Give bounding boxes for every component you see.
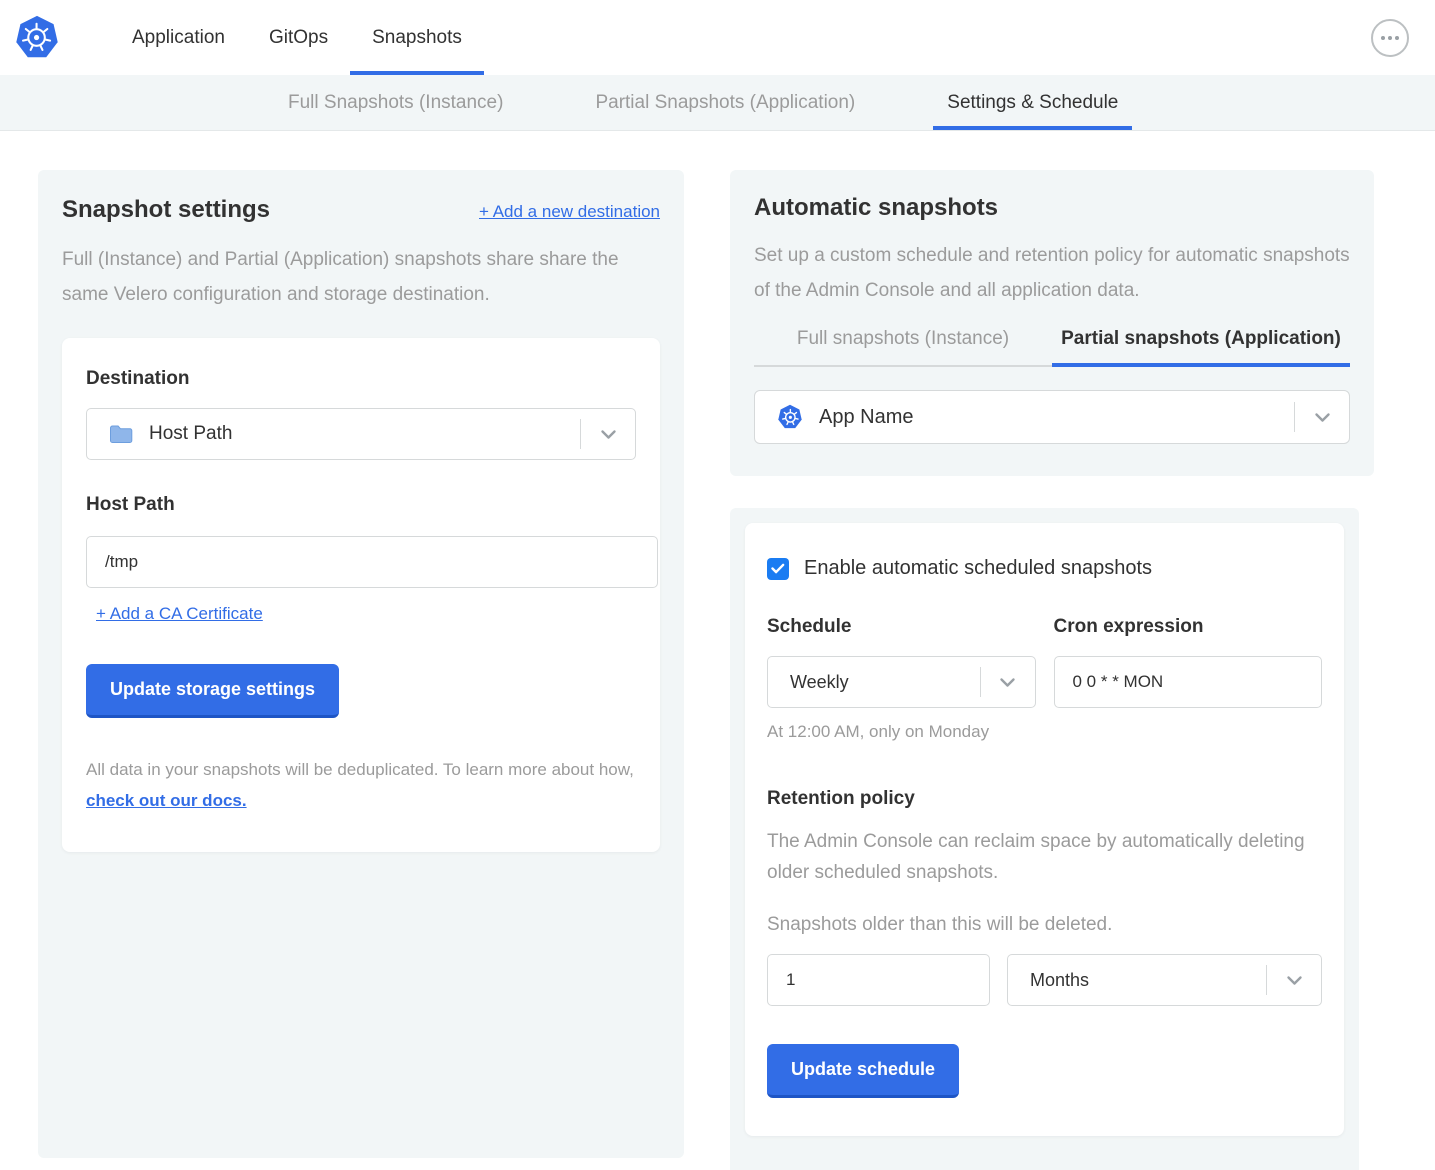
retention-row: Months — [767, 954, 1322, 1006]
update-storage-settings-button[interactable]: Update storage settings — [86, 664, 339, 718]
automatic-snapshots-tabs: Full snapshots (Instance) Partial snapsh… — [754, 328, 1350, 367]
nav-item-application[interactable]: Application — [110, 0, 247, 75]
cron-column: Cron expression — [1054, 616, 1323, 742]
destination-label: Destination — [86, 368, 636, 390]
retention-hint: Snapshots older than this will be delete… — [767, 914, 1322, 936]
schedule-frequency-value: Weekly — [790, 672, 980, 693]
chevron-down-icon — [1295, 412, 1349, 423]
snapshot-settings-description: Full (Instance) and Partial (Application… — [62, 242, 660, 312]
retention-amount-input[interactable] — [767, 954, 990, 1006]
chevron-down-icon — [581, 429, 635, 440]
app-header: Application GitOps Snapshots — [0, 0, 1435, 75]
schedule-grid: Schedule Weekly At 12:00 AM, only on Mon… — [767, 616, 1322, 742]
nav-item-gitops[interactable]: GitOps — [247, 0, 350, 75]
destination-select-value: Host Path — [149, 423, 580, 445]
retention-unit-value: Months — [1030, 970, 1266, 991]
add-new-destination-link[interactable]: + Add a new destination — [479, 202, 660, 222]
schedule-card-outer: Enable automatic scheduled snapshots Sch… — [730, 508, 1359, 1170]
automatic-snapshots-title: Automatic snapshots — [754, 194, 1350, 222]
destination-select[interactable]: Host Path — [86, 408, 636, 460]
chevron-down-icon — [1267, 975, 1321, 986]
cron-expression-label: Cron expression — [1054, 616, 1323, 638]
tab-partial-snapshots[interactable]: Partial Snapshots (Application) — [549, 75, 901, 130]
retention-policy-title: Retention policy — [767, 788, 1322, 810]
retention-unit-select[interactable]: Months — [1007, 954, 1322, 1006]
snapshot-settings-card: Snapshot settings + Add a new destinatio… — [38, 170, 684, 1158]
checkbox-checked-icon[interactable] — [767, 558, 789, 580]
kubernetes-logo-icon — [14, 15, 60, 61]
page: Application GitOps Snapshots Full Snapsh… — [0, 0, 1435, 1170]
snapshots-subnav: Full Snapshots (Instance) Partial Snapsh… — [0, 75, 1435, 131]
folder-icon — [109, 424, 133, 444]
tab-settings-schedule[interactable]: Settings & Schedule — [901, 75, 1164, 130]
main-content: Snapshot settings + Add a new destinatio… — [0, 131, 1435, 1170]
schedule-label: Schedule — [767, 616, 1036, 638]
automatic-snapshots-card: Automatic snapshots Set up a custom sche… — [730, 170, 1374, 476]
schedule-frequency-select[interactable]: Weekly — [767, 656, 1036, 708]
app-select-value: App Name — [819, 406, 1294, 429]
chevron-down-icon — [981, 677, 1035, 688]
retention-policy-description: The Admin Console can reclaim space by a… — [767, 826, 1322, 888]
storage-settings-panel: Destination Host Path Host Path + Add — [62, 338, 660, 852]
kubernetes-icon — [777, 404, 803, 430]
enable-snapshots-checkbox-row[interactable]: Enable automatic scheduled snapshots — [767, 557, 1322, 580]
add-ca-certificate-link[interactable]: + Add a CA Certificate — [96, 604, 263, 624]
right-column: Automatic snapshots Set up a custom sche… — [730, 170, 1374, 1170]
docs-link[interactable]: check out our docs. — [86, 791, 247, 810]
nav-item-snapshots[interactable]: Snapshots — [350, 0, 484, 75]
schedule-card: Enable automatic scheduled snapshots Sch… — [745, 523, 1344, 1136]
host-path-label: Host Path — [86, 494, 636, 516]
dedupe-note: All data in your snapshots will be dedup… — [86, 754, 636, 816]
cron-readable-text: At 12:00 AM, only on Monday — [767, 722, 1036, 742]
ellipsis-icon — [1381, 36, 1385, 40]
main-nav: Application GitOps Snapshots — [110, 0, 484, 75]
app-select[interactable]: App Name — [754, 390, 1350, 444]
tab-full-snapshots[interactable]: Full Snapshots (Instance) — [242, 75, 549, 130]
snapshot-settings-title-row: Snapshot settings + Add a new destinatio… — [62, 196, 660, 224]
enable-snapshots-label: Enable automatic scheduled snapshots — [804, 557, 1152, 580]
dedupe-note-text: All data in your snapshots will be dedup… — [86, 760, 634, 779]
tab-partial-snapshots-application[interactable]: Partial snapshots (Application) — [1052, 328, 1350, 367]
snapshot-settings-title: Snapshot settings — [62, 196, 270, 224]
cron-expression-input[interactable] — [1054, 656, 1323, 708]
overflow-menu-button[interactable] — [1371, 19, 1409, 57]
schedule-column: Schedule Weekly At 12:00 AM, only on Mon… — [767, 616, 1036, 742]
tab-full-snapshots-instance[interactable]: Full snapshots (Instance) — [754, 328, 1052, 367]
logo-wrap — [14, 0, 60, 75]
header-spacer — [484, 0, 1371, 75]
automatic-snapshots-description: Set up a custom schedule and retention p… — [754, 238, 1350, 308]
update-schedule-button[interactable]: Update schedule — [767, 1044, 959, 1098]
host-path-input[interactable] — [86, 536, 658, 588]
